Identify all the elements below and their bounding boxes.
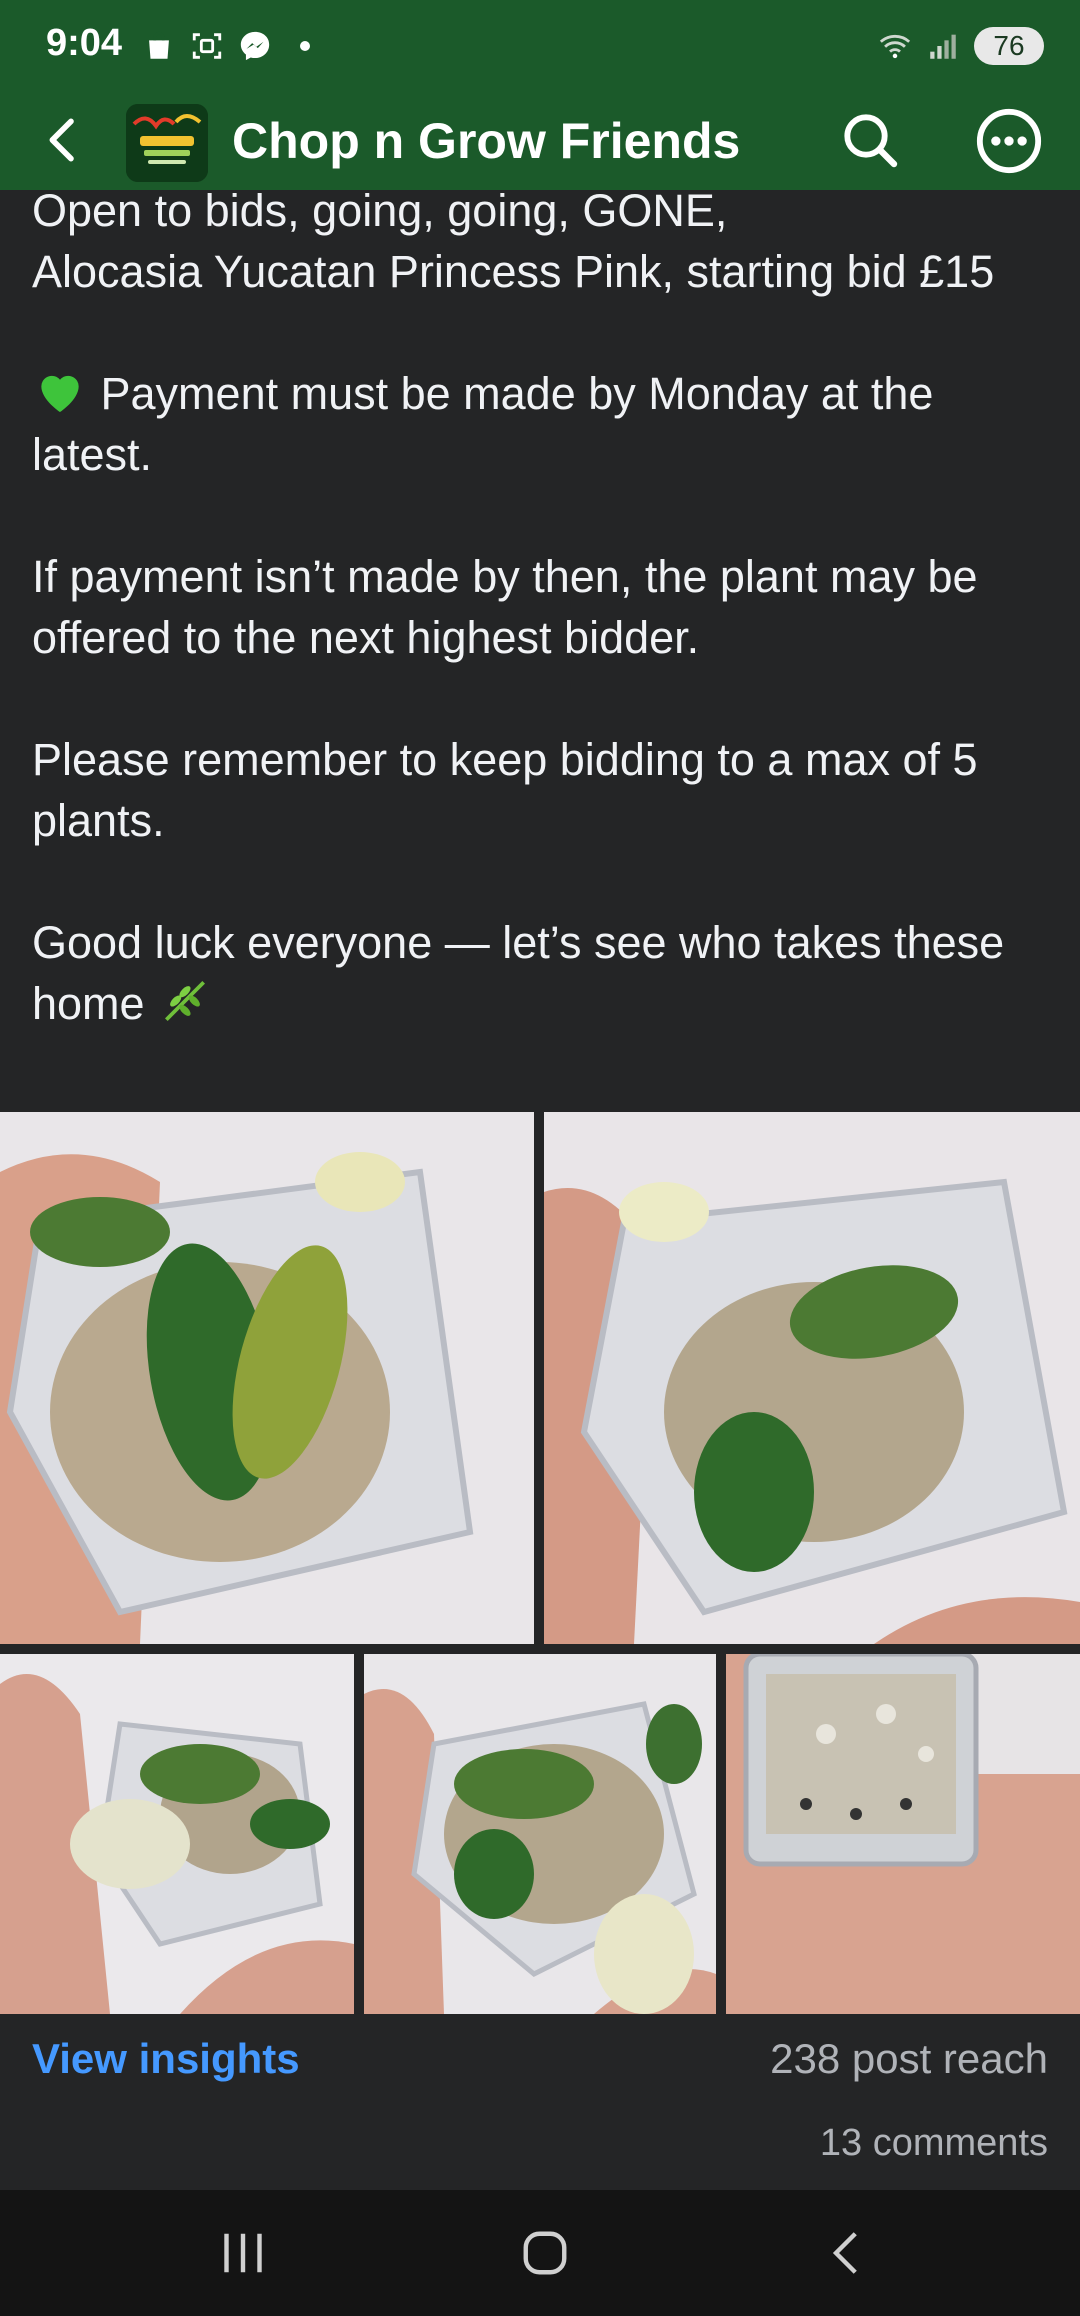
view-insights-link[interactable]: View insights bbox=[32, 2035, 300, 2083]
herb-icon bbox=[165, 981, 206, 1021]
back-icon[interactable] bbox=[812, 2220, 882, 2286]
search-icon[interactable] bbox=[838, 108, 902, 172]
shopping-bag-icon bbox=[149, 31, 169, 59]
notification-dot-icon bbox=[300, 41, 310, 51]
payment-paragraph: Payment must be made by Monday at the la… bbox=[32, 363, 1052, 485]
post-reach: 238 post reach bbox=[770, 2035, 1048, 2082]
app-header: Chop n Grow Friends bbox=[0, 92, 1080, 190]
status-bar: 9:04 76 bbox=[0, 0, 1080, 92]
warning-paragraph: If payment isn’t made by then, the plant… bbox=[32, 551, 978, 663]
system-nav-bar bbox=[0, 2190, 1080, 2316]
status-time: 9:04 bbox=[46, 22, 123, 64]
green-heart-icon bbox=[41, 375, 79, 412]
post-line: Alocasia Yucatan Princess Pink, starting… bbox=[32, 246, 995, 297]
photo-4[interactable] bbox=[364, 1654, 716, 2014]
limit-paragraph: Please remember to keep bidding to a max… bbox=[32, 734, 978, 846]
photo-5[interactable] bbox=[726, 1654, 1080, 2014]
photo-grid bbox=[0, 1112, 1080, 2014]
back-arrow-icon[interactable] bbox=[36, 112, 92, 168]
recent-apps-icon[interactable] bbox=[208, 2220, 278, 2286]
photo-1[interactable] bbox=[0, 1112, 534, 1644]
post-line: Open to bids, going, going, GONE, bbox=[32, 185, 728, 236]
group-title[interactable]: Chop n Grow Friends bbox=[232, 106, 740, 176]
battery-icon: 76 bbox=[974, 27, 1044, 65]
wifi-icon bbox=[879, 34, 911, 59]
payment-text: Payment must be made by Monday at the la… bbox=[32, 368, 934, 480]
photo-3[interactable] bbox=[0, 1654, 354, 2014]
post-text: Open to bids, going, going, GONE, Alocas… bbox=[32, 180, 1052, 1034]
more-options-icon[interactable] bbox=[974, 106, 1044, 176]
good-luck-paragraph: Good luck everyone — let’s see who takes… bbox=[32, 912, 1052, 1034]
group-avatar[interactable] bbox=[126, 104, 208, 182]
messenger-icon bbox=[240, 31, 270, 61]
signal-icon bbox=[930, 34, 956, 59]
screenshot-icon bbox=[192, 33, 222, 59]
status-right-icons: 76 bbox=[878, 26, 1044, 66]
home-icon[interactable] bbox=[510, 2220, 580, 2286]
comments-count[interactable]: 13 comments bbox=[820, 2122, 1048, 2165]
status-left-icons bbox=[142, 26, 310, 66]
photo-2[interactable] bbox=[544, 1112, 1080, 1644]
